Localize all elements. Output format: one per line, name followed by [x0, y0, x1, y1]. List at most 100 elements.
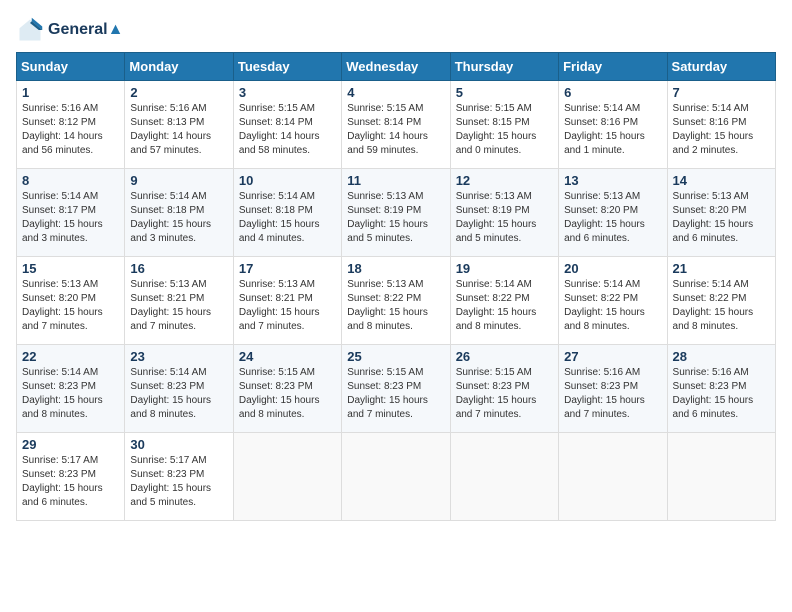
calendar-cell: 27 Sunrise: 5:16 AM Sunset: 8:23 PM Dayl…: [559, 345, 667, 433]
cell-info: Sunrise: 5:14 AM Sunset: 8:16 PM Dayligh…: [673, 102, 770, 158]
calendar-header-row: SundayMondayTuesdayWednesdayThursdayFrid…: [17, 53, 776, 81]
day-number: 11: [347, 173, 444, 188]
cell-info: Sunrise: 5:17 AM Sunset: 8:23 PM Dayligh…: [130, 454, 227, 510]
calendar-cell: [450, 433, 558, 521]
cell-info: Sunrise: 5:14 AM Sunset: 8:22 PM Dayligh…: [673, 278, 770, 334]
calendar-week-3: 15 Sunrise: 5:13 AM Sunset: 8:20 PM Dayl…: [17, 257, 776, 345]
cell-info: Sunrise: 5:15 AM Sunset: 8:14 PM Dayligh…: [239, 102, 336, 158]
cell-info: Sunrise: 5:13 AM Sunset: 8:20 PM Dayligh…: [564, 190, 661, 246]
calendar-cell: 21 Sunrise: 5:14 AM Sunset: 8:22 PM Dayl…: [667, 257, 775, 345]
logo-icon: [16, 16, 44, 44]
calendar-cell: 2 Sunrise: 5:16 AM Sunset: 8:13 PM Dayli…: [125, 81, 233, 169]
cell-info: Sunrise: 5:14 AM Sunset: 8:23 PM Dayligh…: [130, 366, 227, 422]
calendar-cell: 4 Sunrise: 5:15 AM Sunset: 8:14 PM Dayli…: [342, 81, 450, 169]
calendar-cell: 3 Sunrise: 5:15 AM Sunset: 8:14 PM Dayli…: [233, 81, 341, 169]
cell-info: Sunrise: 5:13 AM Sunset: 8:21 PM Dayligh…: [239, 278, 336, 334]
calendar-cell: 15 Sunrise: 5:13 AM Sunset: 8:20 PM Dayl…: [17, 257, 125, 345]
cell-info: Sunrise: 5:14 AM Sunset: 8:22 PM Dayligh…: [456, 278, 553, 334]
day-number: 19: [456, 261, 553, 276]
calendar-cell: 14 Sunrise: 5:13 AM Sunset: 8:20 PM Dayl…: [667, 169, 775, 257]
day-header-friday: Friday: [559, 53, 667, 81]
cell-info: Sunrise: 5:16 AM Sunset: 8:23 PM Dayligh…: [564, 366, 661, 422]
calendar-cell: 30 Sunrise: 5:17 AM Sunset: 8:23 PM Dayl…: [125, 433, 233, 521]
calendar-cell: 25 Sunrise: 5:15 AM Sunset: 8:23 PM Dayl…: [342, 345, 450, 433]
cell-info: Sunrise: 5:13 AM Sunset: 8:19 PM Dayligh…: [347, 190, 444, 246]
calendar-week-2: 8 Sunrise: 5:14 AM Sunset: 8:17 PM Dayli…: [17, 169, 776, 257]
day-number: 3: [239, 85, 336, 100]
cell-info: Sunrise: 5:15 AM Sunset: 8:14 PM Dayligh…: [347, 102, 444, 158]
day-number: 20: [564, 261, 661, 276]
cell-info: Sunrise: 5:15 AM Sunset: 8:15 PM Dayligh…: [456, 102, 553, 158]
calendar-cell: 20 Sunrise: 5:14 AM Sunset: 8:22 PM Dayl…: [559, 257, 667, 345]
cell-info: Sunrise: 5:13 AM Sunset: 8:21 PM Dayligh…: [130, 278, 227, 334]
logo: General▲: [16, 16, 123, 44]
calendar-cell: 11 Sunrise: 5:13 AM Sunset: 8:19 PM Dayl…: [342, 169, 450, 257]
calendar-cell: 16 Sunrise: 5:13 AM Sunset: 8:21 PM Dayl…: [125, 257, 233, 345]
calendar-cell: 5 Sunrise: 5:15 AM Sunset: 8:15 PM Dayli…: [450, 81, 558, 169]
cell-info: Sunrise: 5:17 AM Sunset: 8:23 PM Dayligh…: [22, 454, 119, 510]
day-number: 6: [564, 85, 661, 100]
day-number: 1: [22, 85, 119, 100]
page-header: General▲: [16, 16, 776, 44]
day-header-wednesday: Wednesday: [342, 53, 450, 81]
day-header-sunday: Sunday: [17, 53, 125, 81]
day-number: 28: [673, 349, 770, 364]
cell-info: Sunrise: 5:14 AM Sunset: 8:18 PM Dayligh…: [130, 190, 227, 246]
cell-info: Sunrise: 5:13 AM Sunset: 8:20 PM Dayligh…: [22, 278, 119, 334]
cell-info: Sunrise: 5:14 AM Sunset: 8:17 PM Dayligh…: [22, 190, 119, 246]
day-number: 12: [456, 173, 553, 188]
cell-info: Sunrise: 5:15 AM Sunset: 8:23 PM Dayligh…: [347, 366, 444, 422]
cell-info: Sunrise: 5:13 AM Sunset: 8:19 PM Dayligh…: [456, 190, 553, 246]
day-header-saturday: Saturday: [667, 53, 775, 81]
day-number: 25: [347, 349, 444, 364]
day-number: 7: [673, 85, 770, 100]
calendar-cell: 8 Sunrise: 5:14 AM Sunset: 8:17 PM Dayli…: [17, 169, 125, 257]
day-number: 27: [564, 349, 661, 364]
calendar-cell: 12 Sunrise: 5:13 AM Sunset: 8:19 PM Dayl…: [450, 169, 558, 257]
cell-info: Sunrise: 5:16 AM Sunset: 8:12 PM Dayligh…: [22, 102, 119, 158]
day-number: 13: [564, 173, 661, 188]
cell-info: Sunrise: 5:14 AM Sunset: 8:22 PM Dayligh…: [564, 278, 661, 334]
cell-info: Sunrise: 5:14 AM Sunset: 8:16 PM Dayligh…: [564, 102, 661, 158]
calendar-cell: 22 Sunrise: 5:14 AM Sunset: 8:23 PM Dayl…: [17, 345, 125, 433]
calendar-cell: [559, 433, 667, 521]
calendar-cell: 6 Sunrise: 5:14 AM Sunset: 8:16 PM Dayli…: [559, 81, 667, 169]
calendar-cell: 9 Sunrise: 5:14 AM Sunset: 8:18 PM Dayli…: [125, 169, 233, 257]
calendar-cell: 7 Sunrise: 5:14 AM Sunset: 8:16 PM Dayli…: [667, 81, 775, 169]
cell-info: Sunrise: 5:15 AM Sunset: 8:23 PM Dayligh…: [239, 366, 336, 422]
day-number: 21: [673, 261, 770, 276]
day-number: 2: [130, 85, 227, 100]
day-number: 8: [22, 173, 119, 188]
cell-info: Sunrise: 5:14 AM Sunset: 8:23 PM Dayligh…: [22, 366, 119, 422]
calendar-cell: 1 Sunrise: 5:16 AM Sunset: 8:12 PM Dayli…: [17, 81, 125, 169]
cell-info: Sunrise: 5:13 AM Sunset: 8:22 PM Dayligh…: [347, 278, 444, 334]
calendar-cell: 29 Sunrise: 5:17 AM Sunset: 8:23 PM Dayl…: [17, 433, 125, 521]
calendar-cell: 17 Sunrise: 5:13 AM Sunset: 8:21 PM Dayl…: [233, 257, 341, 345]
cell-info: Sunrise: 5:15 AM Sunset: 8:23 PM Dayligh…: [456, 366, 553, 422]
day-number: 10: [239, 173, 336, 188]
day-number: 14: [673, 173, 770, 188]
day-header-tuesday: Tuesday: [233, 53, 341, 81]
cell-info: Sunrise: 5:16 AM Sunset: 8:13 PM Dayligh…: [130, 102, 227, 158]
day-header-monday: Monday: [125, 53, 233, 81]
calendar-cell: [667, 433, 775, 521]
calendar-cell: 18 Sunrise: 5:13 AM Sunset: 8:22 PM Dayl…: [342, 257, 450, 345]
calendar-cell: 26 Sunrise: 5:15 AM Sunset: 8:23 PM Dayl…: [450, 345, 558, 433]
calendar-week-4: 22 Sunrise: 5:14 AM Sunset: 8:23 PM Dayl…: [17, 345, 776, 433]
day-header-thursday: Thursday: [450, 53, 558, 81]
calendar-cell: 28 Sunrise: 5:16 AM Sunset: 8:23 PM Dayl…: [667, 345, 775, 433]
logo-text: General▲: [48, 21, 123, 39]
day-number: 22: [22, 349, 119, 364]
day-number: 9: [130, 173, 227, 188]
calendar-cell: 24 Sunrise: 5:15 AM Sunset: 8:23 PM Dayl…: [233, 345, 341, 433]
cell-info: Sunrise: 5:13 AM Sunset: 8:20 PM Dayligh…: [673, 190, 770, 246]
calendar-table: SundayMondayTuesdayWednesdayThursdayFrid…: [16, 52, 776, 521]
day-number: 23: [130, 349, 227, 364]
day-number: 18: [347, 261, 444, 276]
day-number: 26: [456, 349, 553, 364]
calendar-cell: 19 Sunrise: 5:14 AM Sunset: 8:22 PM Dayl…: [450, 257, 558, 345]
calendar-cell: 23 Sunrise: 5:14 AM Sunset: 8:23 PM Dayl…: [125, 345, 233, 433]
day-number: 30: [130, 437, 227, 452]
calendar-cell: 10 Sunrise: 5:14 AM Sunset: 8:18 PM Dayl…: [233, 169, 341, 257]
day-number: 15: [22, 261, 119, 276]
